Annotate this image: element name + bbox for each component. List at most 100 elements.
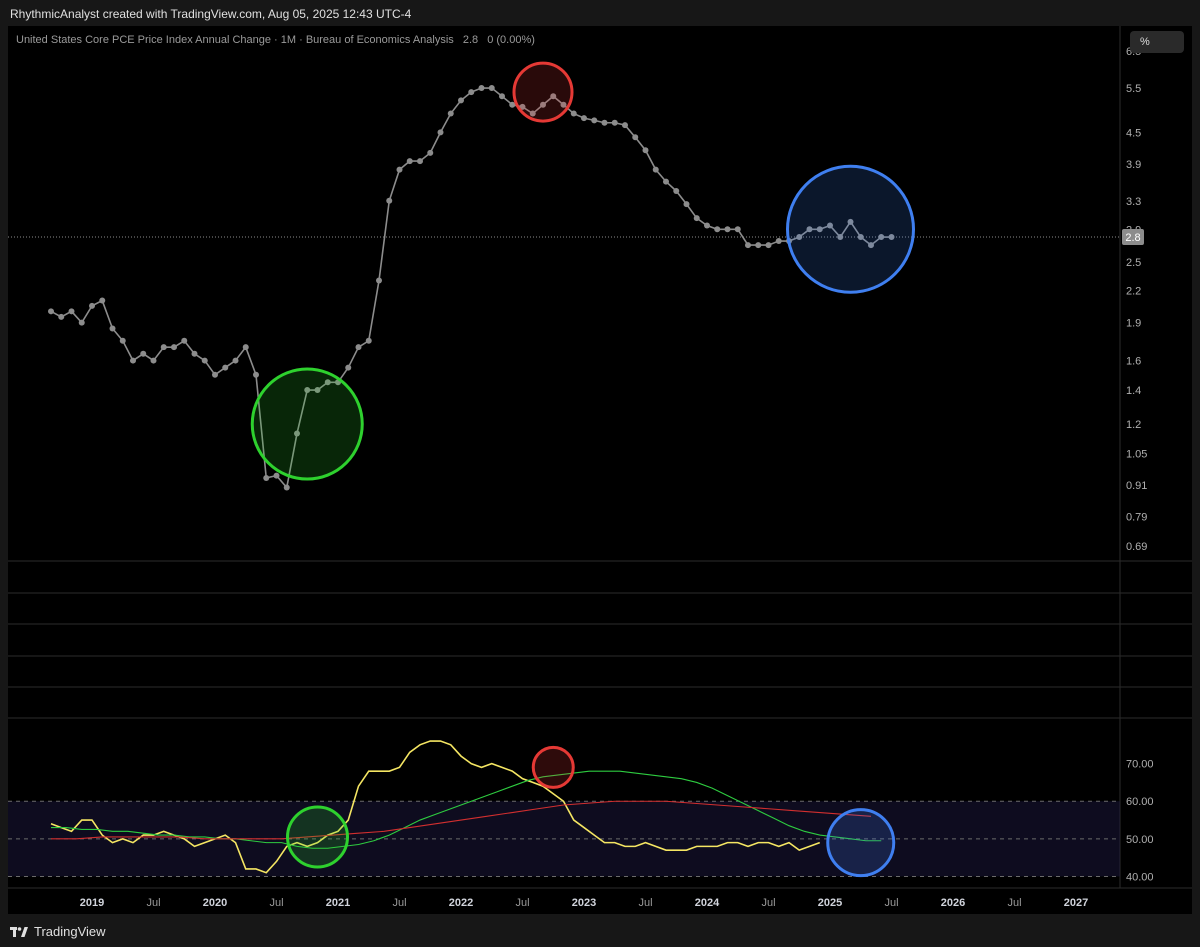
series-change: 0 (0.00%) xyxy=(487,34,535,46)
core-pce-point xyxy=(222,364,229,371)
time-axis-tick: 2025 xyxy=(818,897,842,909)
time-axis-tick: Jul xyxy=(638,897,652,909)
time-axis-tick: Jul xyxy=(269,897,283,909)
core-pce-point xyxy=(437,129,444,136)
core-pce-point xyxy=(396,166,403,173)
time-axis-tick: 2026 xyxy=(941,897,965,909)
core-pce-point xyxy=(242,344,249,351)
core-pce-point xyxy=(140,350,147,357)
core-pce-point xyxy=(212,371,218,378)
core-pce-point xyxy=(427,149,434,156)
core-pce-point xyxy=(365,337,372,344)
core-pce-point xyxy=(642,147,649,154)
series-title: United States Core PCE Price Index Annua… xyxy=(16,34,454,46)
core-pce-point xyxy=(581,115,587,122)
price-axis-tick: 1.9 xyxy=(1126,318,1141,330)
core-pce-point xyxy=(775,238,782,245)
core-pce-point xyxy=(632,134,639,141)
time-axis-tick: 2027 xyxy=(1064,897,1088,909)
time-axis-tick: Jul xyxy=(515,897,529,909)
core-pce-point xyxy=(611,119,618,126)
core-pce-point xyxy=(263,474,270,481)
core-pce-point xyxy=(232,357,239,364)
price-axis-tick: 4.5 xyxy=(1126,127,1141,139)
core-pce-point xyxy=(130,357,136,364)
core-pce-point xyxy=(673,187,680,194)
time-axis-tick: 2020 xyxy=(203,897,227,909)
core-pce-point xyxy=(406,158,413,165)
time-axis-tick: Jul xyxy=(146,897,160,909)
time-axis-tick: 2021 xyxy=(326,897,350,909)
core-pce-point xyxy=(109,325,116,332)
core-pce-point xyxy=(724,226,731,233)
core-pce-point xyxy=(601,119,608,126)
core-pce-point xyxy=(714,226,721,233)
core-pce-line xyxy=(50,87,892,490)
unit-toggle-button[interactable]: % xyxy=(1130,31,1184,53)
chart-svg[interactable]: 6.55.54.53.93.32.92.52.21.91.61.41.21.05… xyxy=(8,26,1192,914)
chart-frame[interactable]: 6.55.54.53.93.32.92.52.21.91.61.41.21.05… xyxy=(8,26,1192,914)
core-pce-point xyxy=(201,357,208,364)
brand-name: TradingView xyxy=(34,924,106,939)
price-axis-tick: 0.91 xyxy=(1126,480,1147,492)
price-axis-tick: 1.2 xyxy=(1126,419,1141,431)
core-pce-point xyxy=(99,297,106,304)
core-pce-point xyxy=(478,85,485,92)
core-pce-point xyxy=(119,337,126,344)
time-axis-tick: 2019 xyxy=(80,897,104,909)
core-pce-point xyxy=(283,484,290,491)
core-pce-point xyxy=(663,178,669,185)
core-pce-point xyxy=(447,110,454,117)
core-pce-point xyxy=(683,201,690,208)
price-axis-tick: 3.9 xyxy=(1126,159,1141,171)
core-pce-point xyxy=(376,277,382,284)
price-axis-tick: 2.2 xyxy=(1126,285,1141,297)
core-pce-point xyxy=(181,337,188,344)
price-axis-tick: 0.79 xyxy=(1126,511,1147,523)
core-pce-point xyxy=(345,364,352,371)
price-axis-tick: 3.3 xyxy=(1126,196,1141,208)
core-pce-point xyxy=(693,215,700,222)
footer-bar: TradingView xyxy=(0,914,1200,947)
core-pce-point xyxy=(704,222,710,229)
core-pce-point xyxy=(570,110,577,117)
core-pce-point xyxy=(68,308,75,315)
core-pce-point xyxy=(488,85,495,92)
price-axis-tick: 1.4 xyxy=(1126,385,1141,397)
time-axis-tick: 2023 xyxy=(572,897,596,909)
tradingview-logo-icon xyxy=(10,926,28,937)
core-pce-point xyxy=(355,344,362,351)
core-pce-point xyxy=(745,242,751,249)
core-pce-point xyxy=(468,89,475,96)
attribution-bar: RhythmicAnalyst created with TradingView… xyxy=(0,0,1200,26)
series-last-value: 2.8 xyxy=(462,34,479,46)
core-pce-point xyxy=(417,158,423,165)
red-highlight-circle xyxy=(531,745,575,789)
core-pce-point xyxy=(499,93,505,100)
time-axis-tick: Jul xyxy=(884,897,898,909)
series-legend[interactable]: United States Core PCE Price Index Annua… xyxy=(16,34,535,46)
core-pce-point xyxy=(591,117,598,124)
core-pce-point xyxy=(765,242,772,249)
price-axis-tick: 1.6 xyxy=(1126,356,1141,368)
core-pce-point xyxy=(78,319,85,326)
core-pce-point xyxy=(386,197,393,204)
time-axis-tick: 2024 xyxy=(695,897,720,909)
core-pce-point xyxy=(191,350,198,357)
core-pce-point xyxy=(622,122,628,129)
core-pce-point xyxy=(160,344,167,351)
green-highlight-circle xyxy=(250,367,364,481)
core-pce-point xyxy=(253,371,259,378)
rsi-axis-tick: 60.00 xyxy=(1126,796,1154,808)
red-highlight-circle xyxy=(512,61,574,123)
core-pce-point xyxy=(273,472,280,479)
price-axis-tick: 0.69 xyxy=(1126,541,1147,553)
rsi-axis-tick: 70.00 xyxy=(1126,759,1154,771)
core-pce-point xyxy=(48,308,54,315)
core-pce-point xyxy=(171,344,177,351)
core-pce-point xyxy=(652,166,659,173)
attribution-text: RhythmicAnalyst created with TradingView… xyxy=(10,7,412,21)
tradingview-logo[interactable]: TradingView xyxy=(10,924,106,939)
core-pce-point xyxy=(755,242,762,249)
blue-highlight-circle xyxy=(786,164,915,294)
